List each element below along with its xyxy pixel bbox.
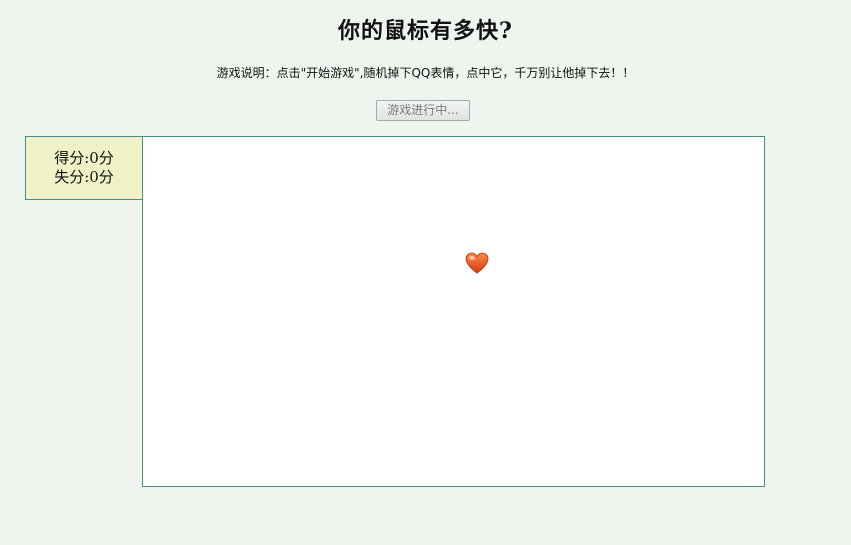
miss-unit: 分 (98, 168, 114, 186)
game-area (142, 136, 765, 487)
score-line: 得分:0分 (26, 149, 142, 168)
miss-label: 失分: (54, 168, 90, 186)
score-unit: 分 (98, 149, 114, 167)
miss-line: 失分:0分 (26, 168, 142, 187)
heart-icon[interactable] (465, 252, 489, 274)
page-title: 你的鼠标有多快? (338, 18, 513, 44)
game-instructions: 游戏说明：点击"开始游戏",随机掉下QQ表情，点中它，千万别让他掉下去！！ (216, 66, 635, 80)
start-game-button[interactable]: 游戏进行中... (376, 100, 470, 121)
score-panel: 得分:0分 失分:0分 (25, 136, 143, 200)
miss-value: 0 (89, 168, 99, 186)
score-value: 0 (89, 149, 99, 167)
score-label: 得分: (54, 149, 90, 167)
